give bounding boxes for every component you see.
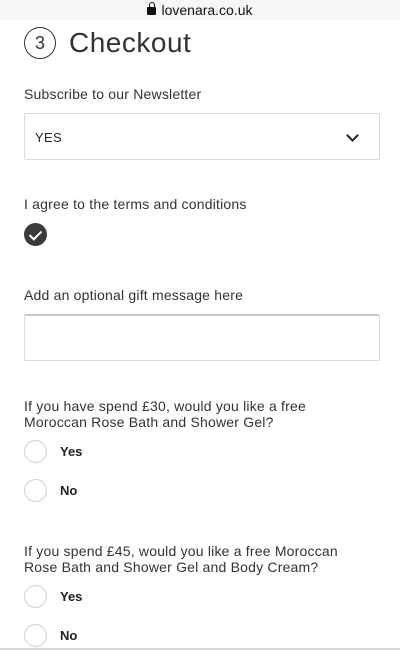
lock-icon <box>147 2 157 15</box>
offer-30-question-line1: If you have spend £30, would you like a … <box>24 398 306 414</box>
chevron-down-icon <box>346 129 359 142</box>
checkout-step-header: 3 Checkout <box>24 27 191 59</box>
radio-button[interactable] <box>24 479 47 502</box>
newsletter-label: Subscribe to our Newsletter <box>24 86 202 102</box>
offer-45-option-yes[interactable]: Yes <box>24 585 82 608</box>
offer-45-question: If you spend £45, would you like a free … <box>24 543 338 575</box>
url-text[interactable]: lovenara.co.uk <box>161 2 252 18</box>
radio-button[interactable] <box>24 585 47 608</box>
offer-30-option-no[interactable]: No <box>24 479 77 502</box>
radio-button[interactable] <box>24 440 47 463</box>
checkmark-icon <box>28 227 43 241</box>
step-number: 3 <box>34 32 45 53</box>
browser-url-bar[interactable]: lovenara.co.uk <box>0 0 400 20</box>
terms-label: I agree to the terms and conditions <box>24 196 247 212</box>
terms-checkbox[interactable] <box>24 223 47 246</box>
newsletter-select[interactable]: YES <box>24 113 380 160</box>
offer-30-question: If you have spend £30, would you like a … <box>24 398 306 430</box>
newsletter-selected-value: YES <box>35 130 62 145</box>
option-label: Yes <box>60 444 83 459</box>
offer-45-option-no[interactable]: No <box>24 624 77 647</box>
offer-30-question-line2: Moroccan Rose Bath and Shower Gel? <box>24 414 274 430</box>
offer-45-question-line2: Rose Bath and Shower Gel and Body Cream? <box>24 559 319 575</box>
offer-30-option-yes[interactable]: Yes <box>24 440 82 463</box>
gift-message-label: Add an optional gift message here <box>24 287 244 303</box>
offer-45-question-line1: If you spend £45, would you like a free … <box>24 543 338 559</box>
radio-button[interactable] <box>24 624 47 647</box>
option-label: No <box>60 483 78 498</box>
option-label: No <box>60 628 78 643</box>
page-title: Checkout <box>69 27 192 58</box>
option-label: Yes <box>60 589 83 604</box>
step-number-badge: 3 <box>24 27 56 59</box>
gift-message-input[interactable] <box>24 314 380 361</box>
